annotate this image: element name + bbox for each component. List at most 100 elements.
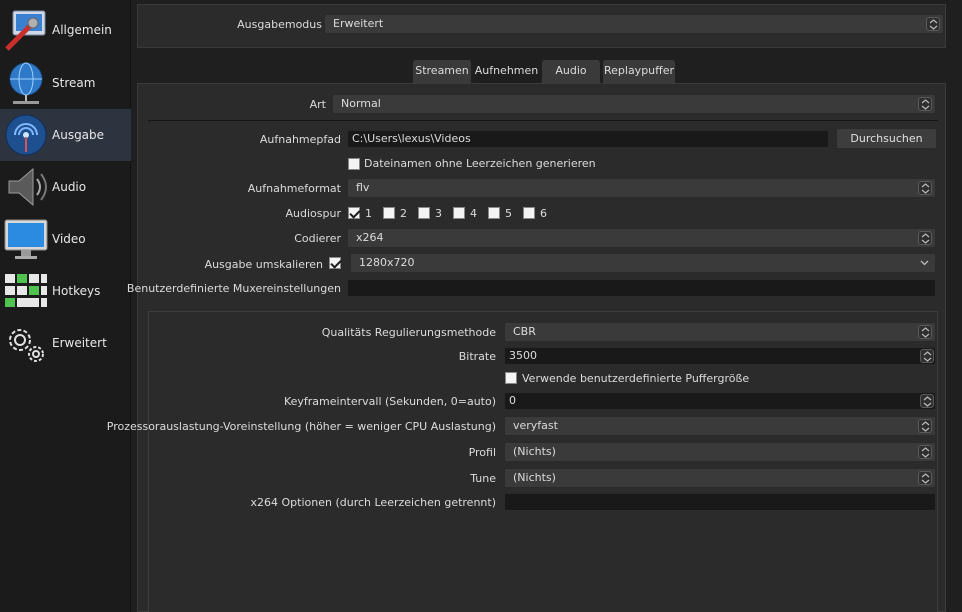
no-space-filename-checkbox[interactable] <box>348 158 360 170</box>
sidebar-item-allgemein[interactable]: Allgemein <box>0 4 131 56</box>
tab-label: Streamen <box>415 64 469 77</box>
audio-track-6-label: 6 <box>540 207 547 220</box>
sidebar-item-video[interactable]: Video <box>0 213 131 265</box>
up-down-arrows-icon <box>918 471 932 485</box>
encoder-settings-panel: Qualitäts Regulierungsmethode CBR Bitrat… <box>107 311 938 612</box>
recording-format-label: Aufnahmeformat <box>247 182 341 195</box>
sidebar-item-audio[interactable]: Audio <box>0 161 131 213</box>
type-select[interactable]: Normal <box>332 94 936 114</box>
spin-arrows-icon[interactable] <box>920 349 934 363</box>
sidebar-item-erweitert[interactable]: Erweitert <box>0 317 131 369</box>
sidebar-item-label: Stream <box>52 76 96 90</box>
up-down-arrows-icon <box>918 97 932 111</box>
cpu-preset-label: Prozessorauslastung-Voreinstellung (höhe… <box>106 420 496 433</box>
sidebar-item-label: Audio <box>52 180 87 194</box>
type-label: Art <box>309 98 326 111</box>
output-settings-panel: Ausgabemodus Erweitert Streamen Aufnehme… <box>107 0 962 612</box>
rescale-output-label: Ausgabe umskalieren <box>204 258 323 271</box>
up-down-arrows-icon <box>918 445 932 459</box>
monitor-icon <box>0 213 52 265</box>
recording-path-label: Aufnahmepfad <box>259 133 341 146</box>
sidebar-item-label: Video <box>52 232 86 246</box>
sidebar-item-label: Allgemein <box>52 23 112 37</box>
audio-track-4-checkbox[interactable] <box>453 207 465 219</box>
tab-label: Aufnehmen <box>474 64 539 77</box>
output-mode-select[interactable]: Erweitert <box>324 14 944 34</box>
recording-path-input[interactable]: C:\Users\lexus\Videos <box>347 130 829 148</box>
bitrate-value: 3500 <box>509 349 537 362</box>
up-down-arrows-icon <box>918 419 932 433</box>
profile-select[interactable]: (Nichts) <box>504 442 936 462</box>
spin-arrows-icon[interactable] <box>920 394 934 408</box>
keyframe-interval-label: Keyframeintervall (Sekunden, 0=auto) <box>283 395 496 408</box>
audio-track-1-checkbox[interactable] <box>348 207 360 219</box>
sidebar-item-label: Erweitert <box>52 336 107 350</box>
muxer-settings-label: Benutzerdefinierte Muxereinstellungen <box>126 282 341 295</box>
recording-format-value: flv <box>356 181 370 194</box>
audio-track-2-checkbox[interactable] <box>383 207 395 219</box>
x264-options-input[interactable] <box>504 493 936 511</box>
sidebar-item-stream[interactable]: Stream <box>0 57 131 109</box>
keyframe-interval-value: 0 <box>509 394 516 407</box>
audio-track-3-label: 3 <box>435 207 442 220</box>
tab-aufnehmen[interactable]: Aufnehmen <box>474 60 539 83</box>
rescale-resolution-value: 1280x720 <box>359 256 415 269</box>
output-mode-value: Erweitert <box>333 17 384 30</box>
divider <box>148 120 938 121</box>
up-down-arrows-icon <box>918 181 932 195</box>
audio-track-6-checkbox[interactable] <box>523 207 535 219</box>
settings-sidebar: Allgemein Stream Ausgabe Audio Video Hot… <box>0 0 131 612</box>
audio-track-label: Audiospur <box>285 207 341 220</box>
bitrate-spinbox[interactable]: 3500 <box>504 347 936 365</box>
muxer-settings-input[interactable] <box>347 279 936 297</box>
tab-label: Replaypuffer <box>603 64 675 77</box>
keyframe-interval-spinbox[interactable]: 0 <box>504 392 936 410</box>
tab-label: Audio <box>555 64 587 77</box>
recording-settings-panel: Art Normal Aufnahmepfad C:\Users\lexus\V… <box>107 83 946 612</box>
speaker-icon <box>0 161 52 213</box>
tab-streamen[interactable]: Streamen <box>413 60 471 83</box>
tune-select[interactable]: (Nichts) <box>504 468 936 488</box>
sidebar-item-label: Hotkeys <box>52 284 101 298</box>
cpu-preset-value: veryfast <box>513 419 558 432</box>
tune-label: Tune <box>470 472 496 485</box>
up-down-arrows-icon <box>918 325 932 339</box>
tune-value: (Nichts) <box>513 471 556 484</box>
sidebar-item-label: Ausgabe <box>52 128 105 142</box>
output-broadcast-icon <box>0 109 52 161</box>
x264-options-label: x264 Optionen (durch Leerzeichen getrenn… <box>250 496 497 509</box>
output-mode-panel: Ausgabemodus Erweitert <box>137 4 946 48</box>
recording-path-value: C:\Users\lexus\Videos <box>352 132 471 145</box>
profile-value: (Nichts) <box>513 445 556 458</box>
audio-track-3-checkbox[interactable] <box>418 207 430 219</box>
audio-track-5-label: 5 <box>505 207 512 220</box>
encoder-value: x264 <box>356 231 384 244</box>
browse-button-label: Durchsuchen <box>850 132 923 145</box>
sidebar-item-ausgabe[interactable]: Ausgabe <box>0 109 131 161</box>
sidebar-item-hotkeys[interactable]: Hotkeys <box>0 265 131 317</box>
no-space-filename-label: Dateinamen ohne Leerzeichen generieren <box>364 157 596 170</box>
up-down-arrows-icon <box>918 231 932 245</box>
encoder-select[interactable]: x264 <box>347 228 936 248</box>
profile-label: Profil <box>468 446 496 459</box>
rescale-output-checkbox[interactable] <box>329 257 341 269</box>
bitrate-label: Bitrate <box>458 350 496 363</box>
rate-control-label: Qualitäts Regulierungsmethode <box>321 326 496 339</box>
tab-replaypuffer[interactable]: Replaypuffer <box>603 60 675 83</box>
tab-audio[interactable]: Audio <box>542 60 600 83</box>
encoder-label: Codierer <box>294 232 341 245</box>
globe-stream-icon <box>0 57 52 109</box>
rescale-resolution-select[interactable]: 1280x720 <box>350 253 936 273</box>
chevron-down-icon <box>918 256 932 270</box>
audio-track-2-label: 2 <box>400 207 407 220</box>
custom-buffer-checkbox[interactable] <box>505 372 517 384</box>
general-settings-icon <box>0 4 52 56</box>
rate-control-value: CBR <box>513 325 536 338</box>
cpu-preset-select[interactable]: veryfast <box>504 416 936 436</box>
recording-format-select[interactable]: flv <box>347 178 936 198</box>
rate-control-select[interactable]: CBR <box>504 322 936 342</box>
browse-button[interactable]: Durchsuchen <box>836 128 937 149</box>
up-down-arrows-icon <box>926 17 940 31</box>
gears-icon <box>0 317 52 369</box>
audio-track-5-checkbox[interactable] <box>488 207 500 219</box>
